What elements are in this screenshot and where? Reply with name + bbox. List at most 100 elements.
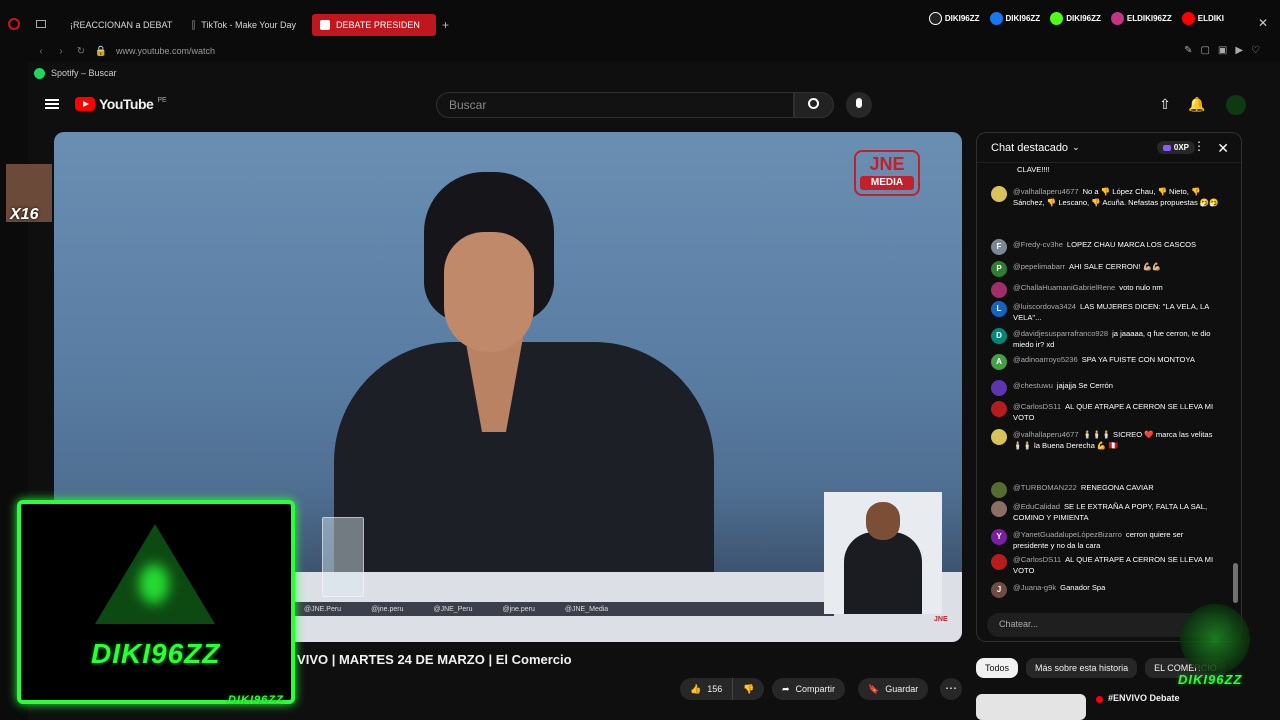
chat-author[interactable]: @YanetGuadalupeLópezBizarro [1013,530,1122,539]
save-button[interactable]: 🔖 Guardar [858,678,929,700]
mail-icon[interactable] [36,20,46,28]
chat-text: AHI SALE CERRON! 💪🏼💪🏼 [1069,262,1162,271]
chat-message-body: @adinoarroyo5236 SPA YA FUISTE CON MONTOY… [1013,354,1195,370]
chat-author[interactable]: @TURBOMAN222 [1013,483,1077,492]
chip-mas-historia[interactable]: Más sobre esta historia [1026,658,1138,678]
avatar[interactable] [991,482,1007,498]
avatar[interactable]: A [991,354,1007,370]
chat-message-body: @luiscordova3424 LAS MUJERES DICEN: "LA V… [1013,301,1219,323]
multiplier-badge: X16 [10,206,39,223]
social-handles: DIKI96ZZ DIKI96ZZ DIKI96ZZ ELDIKI96ZZ EL… [928,12,1224,25]
chat-author[interactable]: @EduCalidad [1013,502,1060,511]
desk-tag: @JNE_Peru [433,605,473,613]
chat-message: @TURBOMAN222 RENEGONA CAVIAR [991,482,1219,498]
xp-badge[interactable]: 0XP [1156,141,1195,154]
chat-message: @CarlosDS11 AL QUE ATRAPE A CERRON SE LLE… [991,554,1219,576]
chevron-down-icon[interactable]: ⌄ [1072,142,1080,153]
chat-message-body: @ChallaHuamaniGabrielRene voto nulo nm [1013,282,1163,298]
chat-author[interactable]: @CarlosDS11 [1013,402,1061,411]
chat-author[interactable]: @chestuwu [1013,381,1053,390]
kebab-menu-icon[interactable]: ⋮ [1193,139,1205,153]
avatar[interactable] [991,554,1007,570]
chat-author[interactable]: @pepelimabarr [1013,262,1065,271]
share-button[interactable]: ➦ Compartir [772,678,846,700]
xp-icon [1162,144,1171,151]
avatar[interactable] [991,186,1007,202]
avatar[interactable] [1226,95,1246,115]
notifications-bell-icon[interactable]: 🔔 [1188,95,1206,113]
avatar[interactable] [991,501,1007,517]
search-button[interactable] [794,92,834,118]
url-field[interactable]: www.youtube.com/watch [116,46,215,56]
chat-author[interactable]: @valhallaperu4677 [1013,430,1079,439]
forward-icon[interactable]: › [54,44,68,58]
bookmark-spotify[interactable]: Spotify – Buscar [28,63,117,83]
avatar[interactable]: D [991,328,1007,344]
avatar[interactable] [991,282,1007,298]
youtube-header: YouTube PE Buscar ⇧ 🔔 [28,84,1280,126]
tiktok-icon [928,12,942,25]
jne-logo-text: JNE [869,154,905,174]
video-title: 2026 | | VIVO | MARTES 24 DE MARZO | El … [250,652,572,667]
avatar[interactable]: Y [991,529,1007,545]
chat-text: CLAVE!!!! [1017,165,1050,174]
chip-todos[interactable]: Todos [976,658,1019,678]
opera-logo-icon[interactable] [8,18,20,30]
chat-message-body: @EduCalidad SE LE EXTRAÑA A POPY, FALTA L… [1013,501,1219,523]
avatar[interactable]: L [991,301,1007,317]
chat-author[interactable]: @luiscordova3424 [1013,302,1076,311]
youtube-logo[interactable]: YouTube PE [75,96,167,112]
chat-author[interactable]: @CarlosDS11 [1013,555,1061,564]
tab-debate[interactable]: DEBATE PRESIDEN [312,14,436,36]
avatar[interactable]: P [991,261,1007,277]
search-input[interactable]: Buscar [436,92,794,118]
social-label: ELDIKI96ZZ [1126,14,1172,23]
voice-search-button[interactable] [846,92,872,118]
glow-icon [139,564,169,604]
upload-icon[interactable]: ⇧ [1156,95,1174,113]
tab-reaccionan[interactable]: ¡REACCIONAN a DEBAT [56,14,176,36]
spotify-icon [34,67,45,79]
chat-author[interactable]: @Fredy-cv3he [1013,240,1063,249]
avatar[interactable]: F [991,239,1007,255]
chat-author[interactable]: @Juana-g9k [1013,583,1056,592]
chat-message-body: @chestuwu jajajja Se Cerrón [1013,380,1113,396]
avatar[interactable]: J [991,582,1007,598]
new-tab-button[interactable]: + [442,18,449,32]
presenter-face [444,232,534,352]
chat-message: @CarlosDS11 AL QUE ATRAPE A CERRON SE LLE… [991,401,1219,423]
chat-message-body: @davidjesusparrafranco928 ja jaaaaa, q fu… [1013,328,1219,350]
avatar[interactable] [991,429,1007,445]
like-button[interactable]: 👍 156 [680,678,733,700]
close-window-icon[interactable]: ✕ [1258,16,1268,30]
dislike-button[interactable]: 👎 [732,678,765,700]
chat-author[interactable]: @ChallaHuamaniGabrielRene [1013,283,1115,292]
country-code: PE [157,96,167,104]
chat-scrollbar[interactable] [1233,173,1238,603]
avatar[interactable] [991,401,1007,417]
reload-icon[interactable]: ↻ [74,44,88,58]
thumbs-up-icon: 👍 [690,683,702,694]
scroll-thumb[interactable] [1233,563,1238,603]
xp-label: 0XP [1173,143,1189,152]
chat-author[interactable]: @davidjesusparrafranco928 [1013,329,1108,338]
menu-icon[interactable] [45,99,59,109]
chat-author[interactable]: @adinoarroyo5236 [1013,355,1078,364]
sign-language-interpreter [824,492,942,614]
tab-label: DEBATE PRESIDEN [336,20,420,30]
avatar[interactable] [991,380,1007,396]
chat-header: Chat destacado ⌄ 0XP ⋮ ✕ [977,133,1241,163]
chat-author[interactable]: @valhallaperu4677 [1013,187,1079,196]
chat-text: jajajja Se Cerrón [1056,381,1113,390]
close-icon[interactable]: ✕ [1217,140,1229,157]
brand-text: DIKI96ZZ [91,638,221,669]
chat-message-body: @valhallaperu4677 No a 👎 López Chau, 👎 Ni… [1013,186,1219,208]
back-icon[interactable]: ‹ [34,44,48,58]
next-video-item[interactable]: #ENVIVO Debate [976,692,1256,720]
chat-mode-selector[interactable]: Chat destacado [991,142,1068,154]
more-options-button[interactable]: ⋯ [940,678,962,700]
tab-tiktok[interactable]: TikTok - Make Your Day [184,14,304,36]
social-label: DIKI96ZZ [1066,14,1101,23]
tab-label: TikTok - Make Your Day [201,20,296,30]
water-glass [322,517,364,597]
